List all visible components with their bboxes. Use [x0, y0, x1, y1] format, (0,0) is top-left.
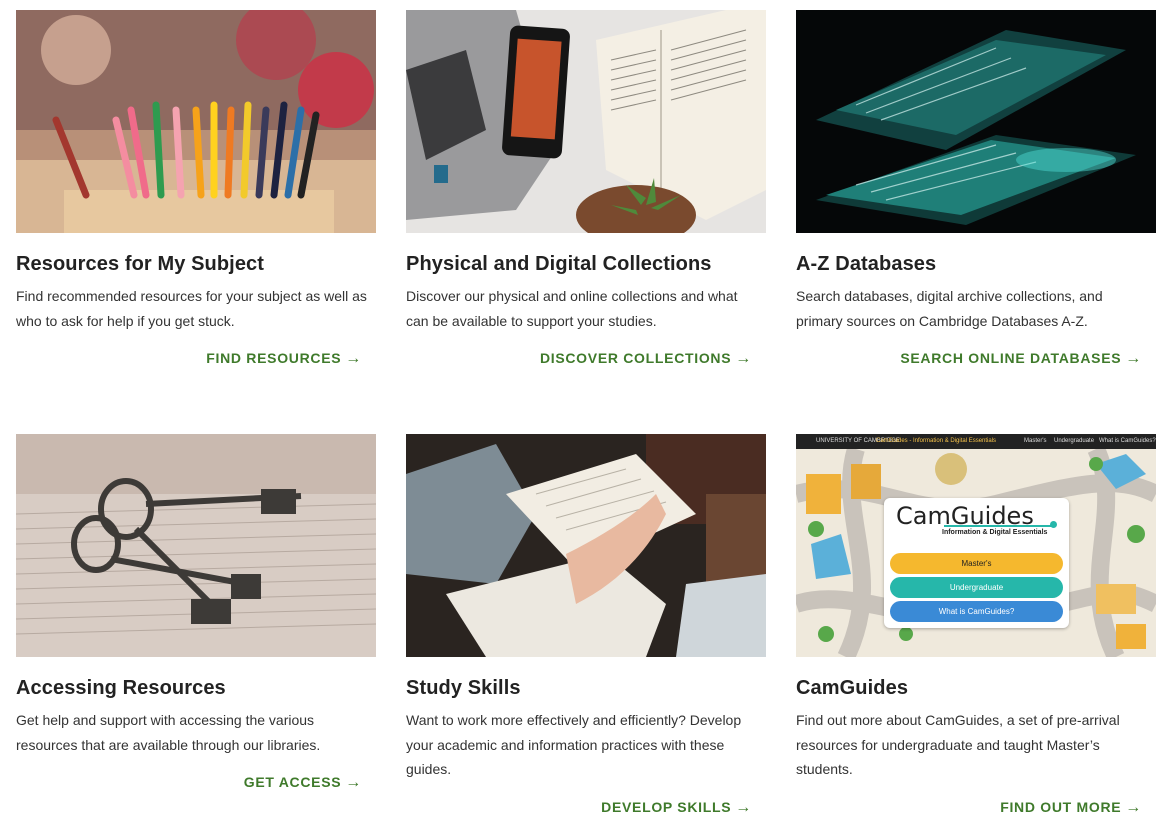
study-photo: [406, 434, 766, 657]
undergraduate-button: Undergraduate: [890, 577, 1063, 598]
card-title: Study Skills: [406, 677, 521, 699]
cta-label: FIND RESOURCES: [206, 350, 342, 366]
card-study-skills: Study Skills Want to work more effective…: [406, 434, 766, 817]
camguides-panel: CamGuides Information & Digital Essentia…: [884, 498, 1069, 628]
nav-what-is-camguides: What is CamGuides?: [1099, 438, 1156, 444]
card-resources-for-my-subject: Resources for My Subject Find recommende…: [16, 10, 376, 368]
card-image[interactable]: [796, 10, 1156, 233]
card-image[interactable]: [406, 10, 766, 233]
keyboard-photo: [796, 10, 1156, 233]
masters-button: Master's: [890, 553, 1063, 574]
arrow-right-icon: →: [1125, 798, 1142, 816]
arrow-right-icon: →: [735, 798, 752, 816]
cta-label: GET ACCESS: [243, 774, 342, 790]
camguides-header-bar: UNIVERSITY OF CAMBRIDGE CamGuides - Info…: [796, 434, 1156, 449]
card-description: Discover our physical and online collect…: [406, 288, 738, 329]
card-image[interactable]: [16, 434, 376, 657]
card-accessing-resources: Accessing Resources Get help and support…: [16, 434, 376, 792]
card-description: Get help and support with accessing the …: [16, 712, 321, 753]
card-title: CamGuides: [796, 677, 909, 699]
cta-label: DISCOVER COLLECTIONS: [539, 350, 732, 366]
what-is-camguides-button: What is CamGuides?: [890, 601, 1063, 622]
nav-masters: Master's: [1024, 438, 1047, 444]
cta-label: SEARCH ONLINE DATABASES: [900, 350, 1122, 366]
card-description: Want to work more effectively and effici…: [406, 712, 742, 777]
card-description: Search databases, digital archive collec…: [796, 288, 1103, 329]
card-camguides: UNIVERSITY OF CAMBRIDGE CamGuides - Info…: [796, 434, 1156, 817]
card-image[interactable]: [16, 10, 376, 233]
card-title: Physical and Digital Collections: [406, 253, 712, 275]
card-title: Accessing Resources: [16, 677, 226, 699]
arrow-right-icon: →: [345, 774, 362, 791]
card-a-z-databases: A-Z Databases Search databases, digital …: [796, 10, 1156, 368]
logo-underline: [944, 525, 1052, 527]
card-description: Find out more about CamGuides, a set of …: [796, 712, 1120, 777]
keys-photo: [16, 434, 376, 657]
find-resources-link[interactable]: FIND RESOURCES →: [16, 350, 376, 368]
card-title: A-Z Databases: [796, 253, 937, 275]
camguides-tagline: Information & Digital Essentials: [942, 529, 1048, 536]
find-out-more-link[interactable]: FIND OUT MORE →: [796, 799, 1156, 817]
arrow-right-icon: →: [345, 350, 362, 367]
develop-skills-link[interactable]: DEVELOP SKILLS →: [406, 799, 766, 817]
card-image[interactable]: UNIVERSITY OF CAMBRIDGE CamGuides - Info…: [796, 434, 1156, 657]
get-access-link[interactable]: GET ACCESS →: [16, 774, 376, 792]
card-title: Resources for My Subject: [16, 253, 265, 275]
logo-dot-icon: [1050, 521, 1057, 528]
site-name: CamGuides - Information & Digital Essent…: [876, 438, 997, 444]
cta-label: DEVELOP SKILLS: [601, 798, 732, 815]
card-physical-and-digital-collections: Physical and Digital Collections Discove…: [406, 10, 766, 368]
collections-photo: [406, 10, 766, 233]
arrow-right-icon: →: [1125, 350, 1142, 367]
cta-label: FIND OUT MORE: [1000, 798, 1122, 815]
discover-collections-link[interactable]: DISCOVER COLLECTIONS →: [406, 350, 766, 368]
pencils-photo: [16, 10, 376, 233]
nav-undergraduate: Undergraduate: [1054, 438, 1095, 444]
card-description: Find recommended resources for your subj…: [16, 288, 367, 329]
arrow-right-icon: →: [735, 350, 752, 367]
search-online-databases-link[interactable]: SEARCH ONLINE DATABASES →: [796, 350, 1156, 368]
card-image[interactable]: [406, 434, 766, 657]
